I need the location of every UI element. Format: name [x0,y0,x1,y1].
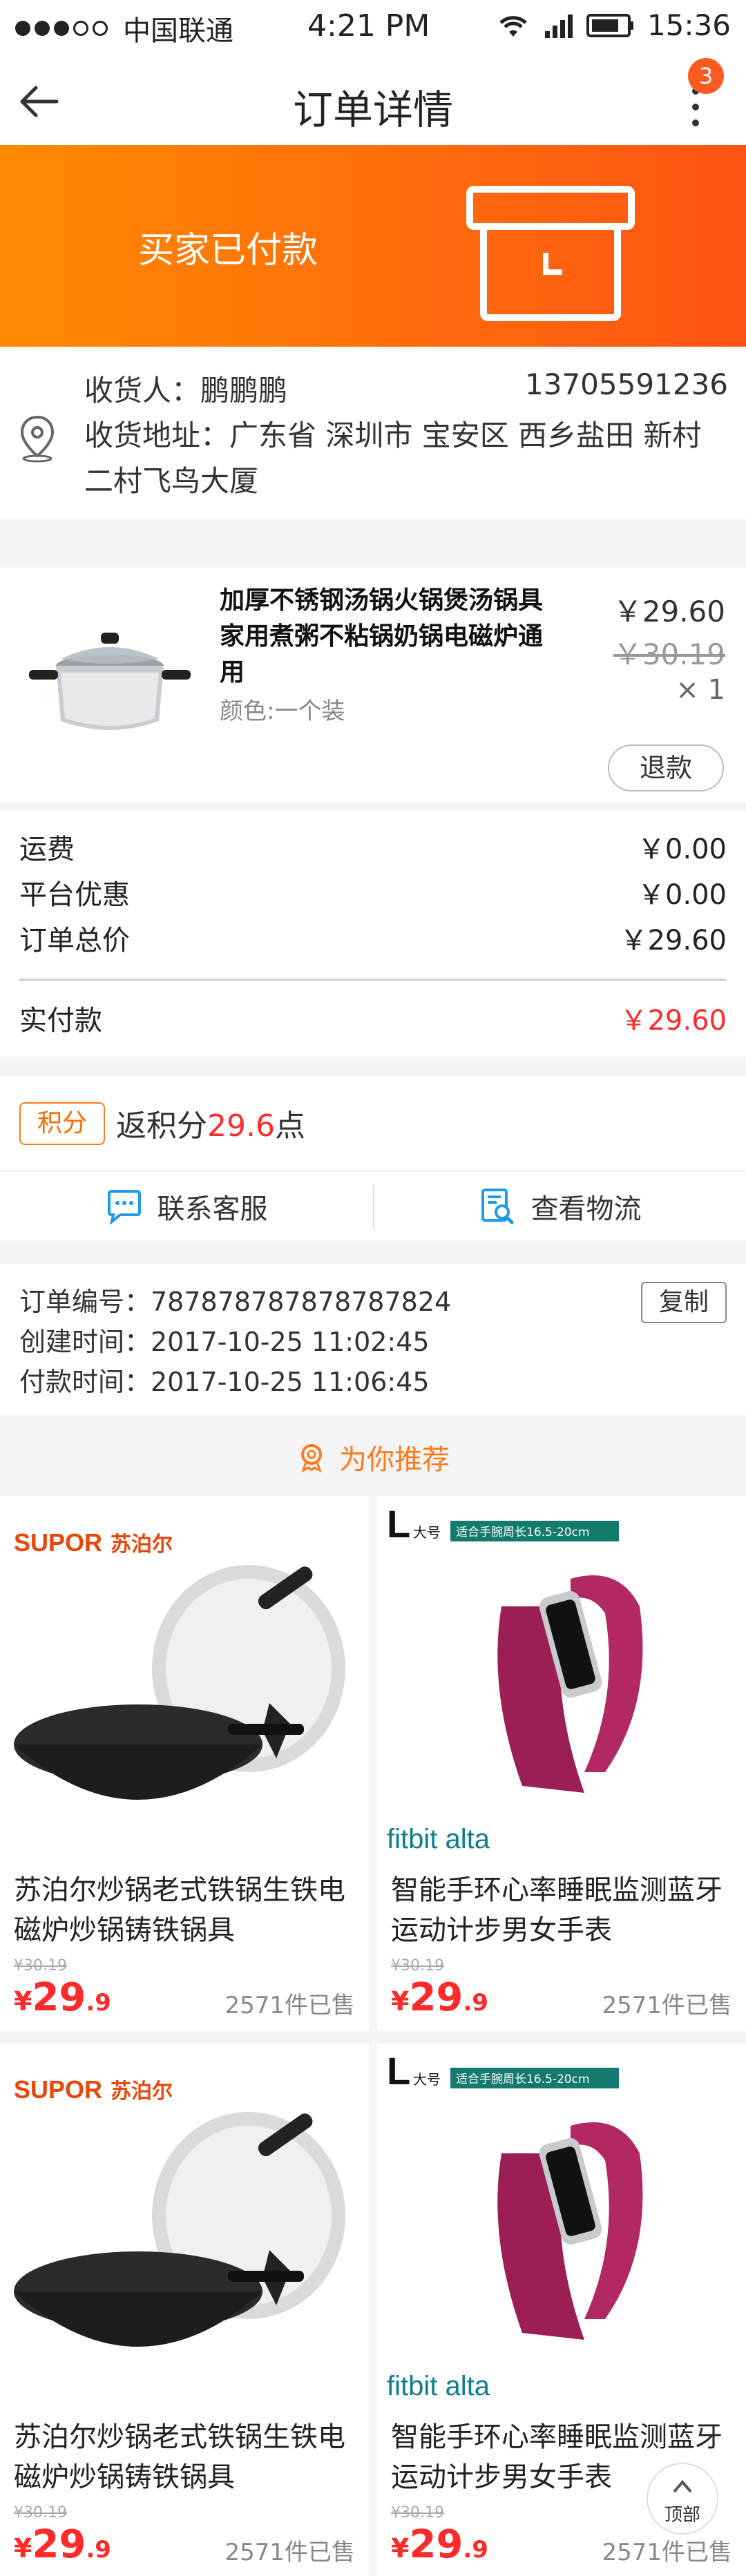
copy-button[interactable]: 复制 [641,1282,727,1323]
supor-logo-cn: 苏泊尔 [111,1532,173,1557]
recommend-sold-count: 2571件已售 [602,2539,732,2566]
back-to-top-label: 顶部 [664,2505,700,2526]
shipping-address-card: 收货人：鹏鹏鹏 13705591236 收货地址：广东省 深圳市 宝安区 西乡盐… [0,347,746,519]
recommend-sold-count: 2571件已售 [224,1992,355,2019]
navigation-bar: 订单详情 3 [0,55,746,145]
amount-paid-row: 实付款 ￥29.60 [19,998,727,1039]
recommend-badge-icon [301,1444,322,1472]
discount-value: ￥0.00 [637,879,727,911]
location-pin-icon [20,415,55,463]
recommend-header: 为你推荐 [0,1421,746,1493]
divider [19,979,727,981]
product-price: ￥29.60 [613,595,725,628]
recommend-product-title[interactable]: 智能手环心率睡眠监测蓝牙运动计步男女手表 [391,1870,736,1950]
battery-icon [586,13,633,37]
signal-dots: 中国联通 [15,8,233,48]
recommend-card[interactable]: SUPOR 苏泊尔 苏泊尔炒锅老式铁锅生铁电磁炉炒锅铸铁锅具 ¥30.19 ¥2… [0,1496,369,2030]
points-tag: 积分 [19,1102,105,1145]
size-label: 大号 [413,2071,441,2088]
supor-logo-cn: 苏泊尔 [111,2079,173,2104]
shipping-fee-value: ￥0.00 [637,834,727,865]
size-tag: 适合手腕周长16.5-20cm [456,2073,590,2086]
order-paid-time: 付款时间：2017-10-25 11:06:45 [19,1367,430,1397]
order-total-label: 订单总价 [19,925,130,957]
product-name[interactable]: 加厚不锈钢汤锅火锅煲汤锅具家用煮粥不粘锅奶锅电磁炉通用 [220,583,551,691]
recommend-price: ¥29.9 [14,2522,111,2567]
recommend-old-price: ¥30.19 [391,1957,444,1974]
recommend-product-title[interactable]: 苏泊尔炒锅老式铁锅生铁电磁炉炒锅铸铁锅具 [14,1870,359,1950]
recipient-address: 收货地址：广东省 深圳市 宝安区 西乡盐田 新村二村飞鸟大厦 [84,419,702,498]
notification-badge: 3 [688,58,724,94]
order-status-banner: 买家已付款 [0,145,746,347]
recommend-card[interactable]: L 大号 适合手腕周长16.5-20cm fitbit alta 智能手环心率睡… [377,1496,746,2030]
order-created-time: 创建时间：2017-10-25 11:02:45 [19,1327,430,1357]
back-to-top-button[interactable]: 顶部 [647,2463,718,2535]
refund-button[interactable]: 退款 [608,744,724,791]
wifi-icon [499,15,527,37]
contact-service-button[interactable]: 联系客服 [0,1172,372,1241]
points-text: 返积分29.6点 [116,1108,305,1144]
carrier-name: 中国联通 [123,15,233,47]
recommend-price: ¥29.9 [391,1975,488,2020]
recommend-title: 为你推荐 [339,1444,450,1476]
recommend-card[interactable]: SUPOR 苏泊尔 苏泊尔炒锅老式铁锅生铁电磁炉炒锅铸铁锅具 ¥30.19 ¥2… [0,2043,369,2576]
points-reward: 积分 返积分29.6点 [0,1076,746,1170]
fitbit-product-image[interactable]: L 大号 适合手腕周长16.5-20cm fitbit alta [377,2043,746,2409]
order-number: 订单编号：787878787878787824 [19,1287,452,1317]
recipient-phone: 13705591236 [525,367,728,401]
order-product-card[interactable]: 加厚不锈钢汤锅火锅煲汤锅具家用煮粥不粘锅奶锅电磁炉通用 颜色:一个装 ￥29.6… [0,568,746,802]
package-box-icon [466,186,635,321]
service-actions: 联系客服 查看物流 [0,1171,746,1240]
recommend-old-price: ¥30.19 [391,2504,444,2521]
recommend-sold-count: 2571件已售 [224,2539,355,2566]
fitbit-logo: fitbit alta [387,2371,490,2401]
fitbit-product-image[interactable]: L 大号 适合手腕周长16.5-20cm fitbit alta [377,1496,746,1862]
order-info: 订单编号：787878787878787824 创建时间：2017-10-25 … [0,1264,746,1414]
status-clock: 15:36 [647,8,731,42]
size-letter: L [387,1502,410,1546]
chevron-up-icon [673,2479,692,2493]
amount-paid-label: 实付款 [19,1005,102,1037]
points-value: 29.6 [207,1108,275,1144]
logistics-search-icon [481,1189,513,1224]
product-original-price: ￥30.19 [613,637,725,671]
recommend-old-price: ¥30.19 [14,1957,67,1974]
order-total-row: 订单总价 ￥29.60 [19,918,727,959]
recommend-product-title[interactable]: 苏泊尔炒锅老式铁锅生铁电磁炉炒锅铸铁锅具 [14,2417,359,2497]
product-quantity: × 1 [676,674,725,706]
product-spec: 颜色:一个装 [220,698,345,725]
amount-paid-value: ￥29.60 [620,1005,727,1037]
order-total-value: ￥29.60 [620,925,727,957]
shipping-fee-row: 运费 ￥0.00 [19,827,727,868]
status-time: 4:21 PM [307,8,430,44]
discount-row: 平台优惠 ￥0.00 [19,872,727,914]
size-label: 大号 [413,1524,441,1541]
recommend-price: ¥29.9 [14,1975,111,2020]
recommend-price: ¥29.9 [391,2522,488,2567]
contact-service-label: 联系客服 [157,1193,268,1225]
fitbit-logo: fitbit alta [387,1824,490,1854]
shipping-fee-label: 运费 [19,834,75,865]
supor-logo: SUPOR [14,1528,102,1557]
view-logistics-label: 查看物流 [530,1193,642,1225]
status-bar: 中国联通 4:21 PM 15:36 [0,0,746,55]
recommend-sold-count: 2571件已售 [602,1992,732,2019]
order-fees: 运费 ￥0.00 平台优惠 ￥0.00 订单总价 ￥29.60 实付款 ￥29.… [0,809,746,1057]
wok-product-image[interactable]: SUPOR 苏泊尔 [0,1496,369,1862]
size-letter: L [387,2049,410,2093]
recipient-name: 收货人：鹏鹏鹏 [84,374,288,407]
supor-logo: SUPOR [14,2075,102,2104]
view-logistics-button[interactable]: 查看物流 [374,1172,746,1241]
chat-bubble-icon [107,1190,141,1224]
page-title: 订单详情 [292,86,453,133]
product-thumbnail[interactable] [19,583,200,764]
recommend-old-price: ¥30.19 [14,2504,67,2521]
cell-signal-icon [544,14,573,38]
order-status-text: 买家已付款 [138,230,318,271]
discount-label: 平台优惠 [19,879,130,911]
size-tag: 适合手腕周长16.5-20cm [456,1526,590,1539]
wok-product-image[interactable]: SUPOR 苏泊尔 [0,2043,369,2409]
